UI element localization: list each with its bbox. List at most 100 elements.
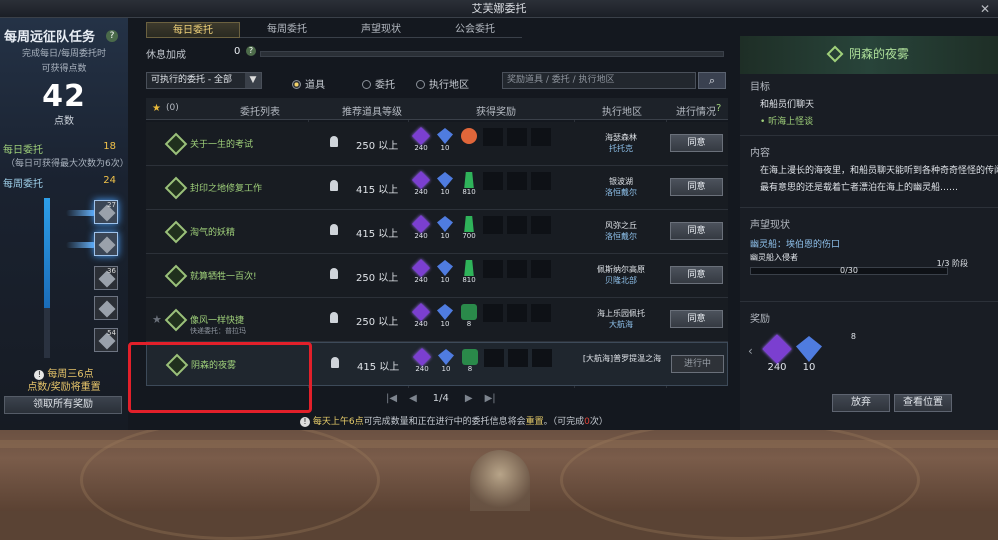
close-icon[interactable]: ✕ xyxy=(980,0,990,18)
highlight-box xyxy=(128,342,312,413)
reward-slot[interactable] xyxy=(94,232,118,256)
reputation-bar: 0/30 xyxy=(750,267,948,275)
chevron-left-icon[interactable]: ‹ xyxy=(748,344,753,358)
reward-slot[interactable]: 27 xyxy=(94,200,118,224)
reward-item[interactable]: 8 xyxy=(459,304,479,328)
star-icon[interactable]: ★ xyxy=(152,103,161,114)
region-name: 海上乐园佩托 xyxy=(597,309,645,318)
chevron-down-icon[interactable]: ▼ xyxy=(245,73,261,88)
reward-item[interactable]: 240 xyxy=(411,170,431,196)
empty-slot-icon xyxy=(532,349,552,367)
accept-button[interactable]: 同意 xyxy=(670,310,723,328)
in-progress-button[interactable]: 进行中 xyxy=(671,355,724,373)
pager: |◀ ◀ 1/4 ▶ ▶| xyxy=(380,393,502,404)
divider xyxy=(740,301,998,302)
radio-label: 委托 xyxy=(375,80,395,91)
radio-region[interactable]: 执行地区 xyxy=(416,76,469,91)
table-row[interactable]: 淘气的妖精 415 以上 240 10 700 风弥之丘 洛恒戴尔 同意 xyxy=(146,210,728,254)
next-page-icon[interactable]: ▶ xyxy=(465,393,473,404)
radio-item[interactable]: 道具 xyxy=(292,76,325,91)
quest-level: 250 以上 xyxy=(356,273,399,284)
radio-quest[interactable]: 委托 xyxy=(362,76,395,91)
last-page-icon[interactable]: ▶| xyxy=(485,393,496,404)
quest-icon xyxy=(826,45,844,63)
table-row[interactable]: ★ 像风一样快捷 快递委托：普拉玛 250 以上 240 10 8 海上乐园佩托 大航海 同意 xyxy=(146,298,728,342)
quest-region: 佩斯纳尔高原 贝隆北部 xyxy=(576,264,666,286)
first-page-icon[interactable]: |◀ xyxy=(386,393,397,404)
accept-button[interactable]: 同意 xyxy=(670,134,723,152)
region-name: 银波湖 xyxy=(609,177,633,186)
reward-slot[interactable]: 54 xyxy=(94,328,118,352)
accept-button[interactable]: 同意 xyxy=(670,266,723,284)
empty-slot xyxy=(483,216,503,238)
gem-icon xyxy=(437,128,453,144)
empty-slot xyxy=(531,172,551,194)
reward-item[interactable]: 10 xyxy=(794,336,824,373)
give-up-button[interactable]: 放弃 xyxy=(832,394,890,412)
tab-guild[interactable]: 公会委托 xyxy=(428,22,522,38)
reward-item[interactable]: 810 xyxy=(459,172,479,196)
quest-filter-select[interactable]: 可执行的委托 - 全部 ▼ xyxy=(146,72,262,89)
slot-glow xyxy=(66,210,96,216)
reward-item[interactable]: 240 xyxy=(411,214,431,240)
col-reward: 获得奖励 xyxy=(476,107,516,118)
reward-item[interactable]: 240 xyxy=(411,302,431,328)
col-region: 执行地区 xyxy=(602,107,642,118)
tab-weekly[interactable]: 每周委托 xyxy=(240,22,334,38)
reward-item[interactable]: 240 xyxy=(412,347,432,373)
reward-slot[interactable] xyxy=(94,296,118,320)
material-icon xyxy=(462,349,478,365)
accept-button[interactable]: 同意 xyxy=(670,178,723,196)
game-background xyxy=(0,420,998,540)
help-icon[interactable]: ? xyxy=(716,103,721,114)
reward-item[interactable]: 240 xyxy=(411,126,431,152)
radio-button[interactable] xyxy=(292,80,301,89)
table-row[interactable]: 就算牺牲一百次! 250 以上 240 10 810 佩斯纳尔高原 贝隆北部 同意 xyxy=(146,254,728,298)
reward-item[interactable]: 700 xyxy=(459,216,479,240)
empty-slot xyxy=(507,172,527,194)
reward-item[interactable]: 10 xyxy=(436,349,456,373)
claim-all-button[interactable]: 领取所有奖励 xyxy=(4,396,122,414)
reward-item[interactable]: 240 xyxy=(411,258,431,284)
slot-label: 54 xyxy=(107,329,116,337)
star-icon[interactable]: ★ xyxy=(152,313,162,326)
reward-item[interactable] xyxy=(459,128,479,150)
quest-region: [大航海]普罗提温之海 xyxy=(577,353,667,364)
reward-item[interactable]: 10 xyxy=(435,216,455,240)
radio-button[interactable] xyxy=(416,80,425,89)
table-row[interactable]: 关于一生的考试 250 以上 240 10 海瑟森林 托托克 同意 xyxy=(146,122,728,166)
tab-reputation[interactable]: 声望现状 xyxy=(334,22,428,38)
quest-icon xyxy=(164,220,188,244)
reward-item[interactable]: 810 xyxy=(459,260,479,284)
star-count: (0) xyxy=(166,103,179,113)
reward-count: 10 xyxy=(440,276,450,284)
search-icon[interactable]: ⌕ xyxy=(698,72,726,89)
empty-slot xyxy=(531,128,551,150)
tab-daily[interactable]: 每日委托 xyxy=(146,22,240,38)
help-icon[interactable]: ? xyxy=(246,46,256,56)
reward-item[interactable]: 240 xyxy=(762,334,792,373)
reward-item[interactable]: 10 xyxy=(435,304,455,328)
reward-item[interactable]: 10 xyxy=(435,172,455,196)
search-input[interactable]: 奖励道具 / 委托 / 执行地区 xyxy=(502,72,696,89)
prev-page-icon[interactable]: ◀ xyxy=(409,393,417,404)
reward-item[interactable]: 10 xyxy=(435,260,455,284)
empty-slot-icon xyxy=(531,260,551,278)
reward-item[interactable]: 8 xyxy=(460,349,480,373)
region-name: [大航海]普罗提温之海 xyxy=(582,354,662,363)
reward-item[interactable]: 10 xyxy=(435,128,455,152)
reward-slot[interactable]: 36 xyxy=(94,266,118,290)
col-level: 推荐道具等级 xyxy=(342,107,402,118)
empty-slot-icon xyxy=(507,260,527,278)
locate-button[interactable]: 查看位置 xyxy=(894,394,952,412)
rest-label: 休息加成 xyxy=(146,50,186,61)
help-icon[interactable]: ? xyxy=(106,30,118,42)
reward-count: 8 xyxy=(467,365,473,373)
radio-button[interactable] xyxy=(362,80,371,89)
reward-count: 240 xyxy=(414,188,428,196)
reward-item[interactable]: 8 xyxy=(826,332,856,362)
empty-slot xyxy=(531,260,551,282)
accept-button[interactable]: 同意 xyxy=(670,222,723,240)
table-row[interactable]: 封印之地修复工作 415 以上 240 10 810 银波湖 洛恒戴尔 同意 xyxy=(146,166,728,210)
reward-count: 240 xyxy=(414,232,428,240)
